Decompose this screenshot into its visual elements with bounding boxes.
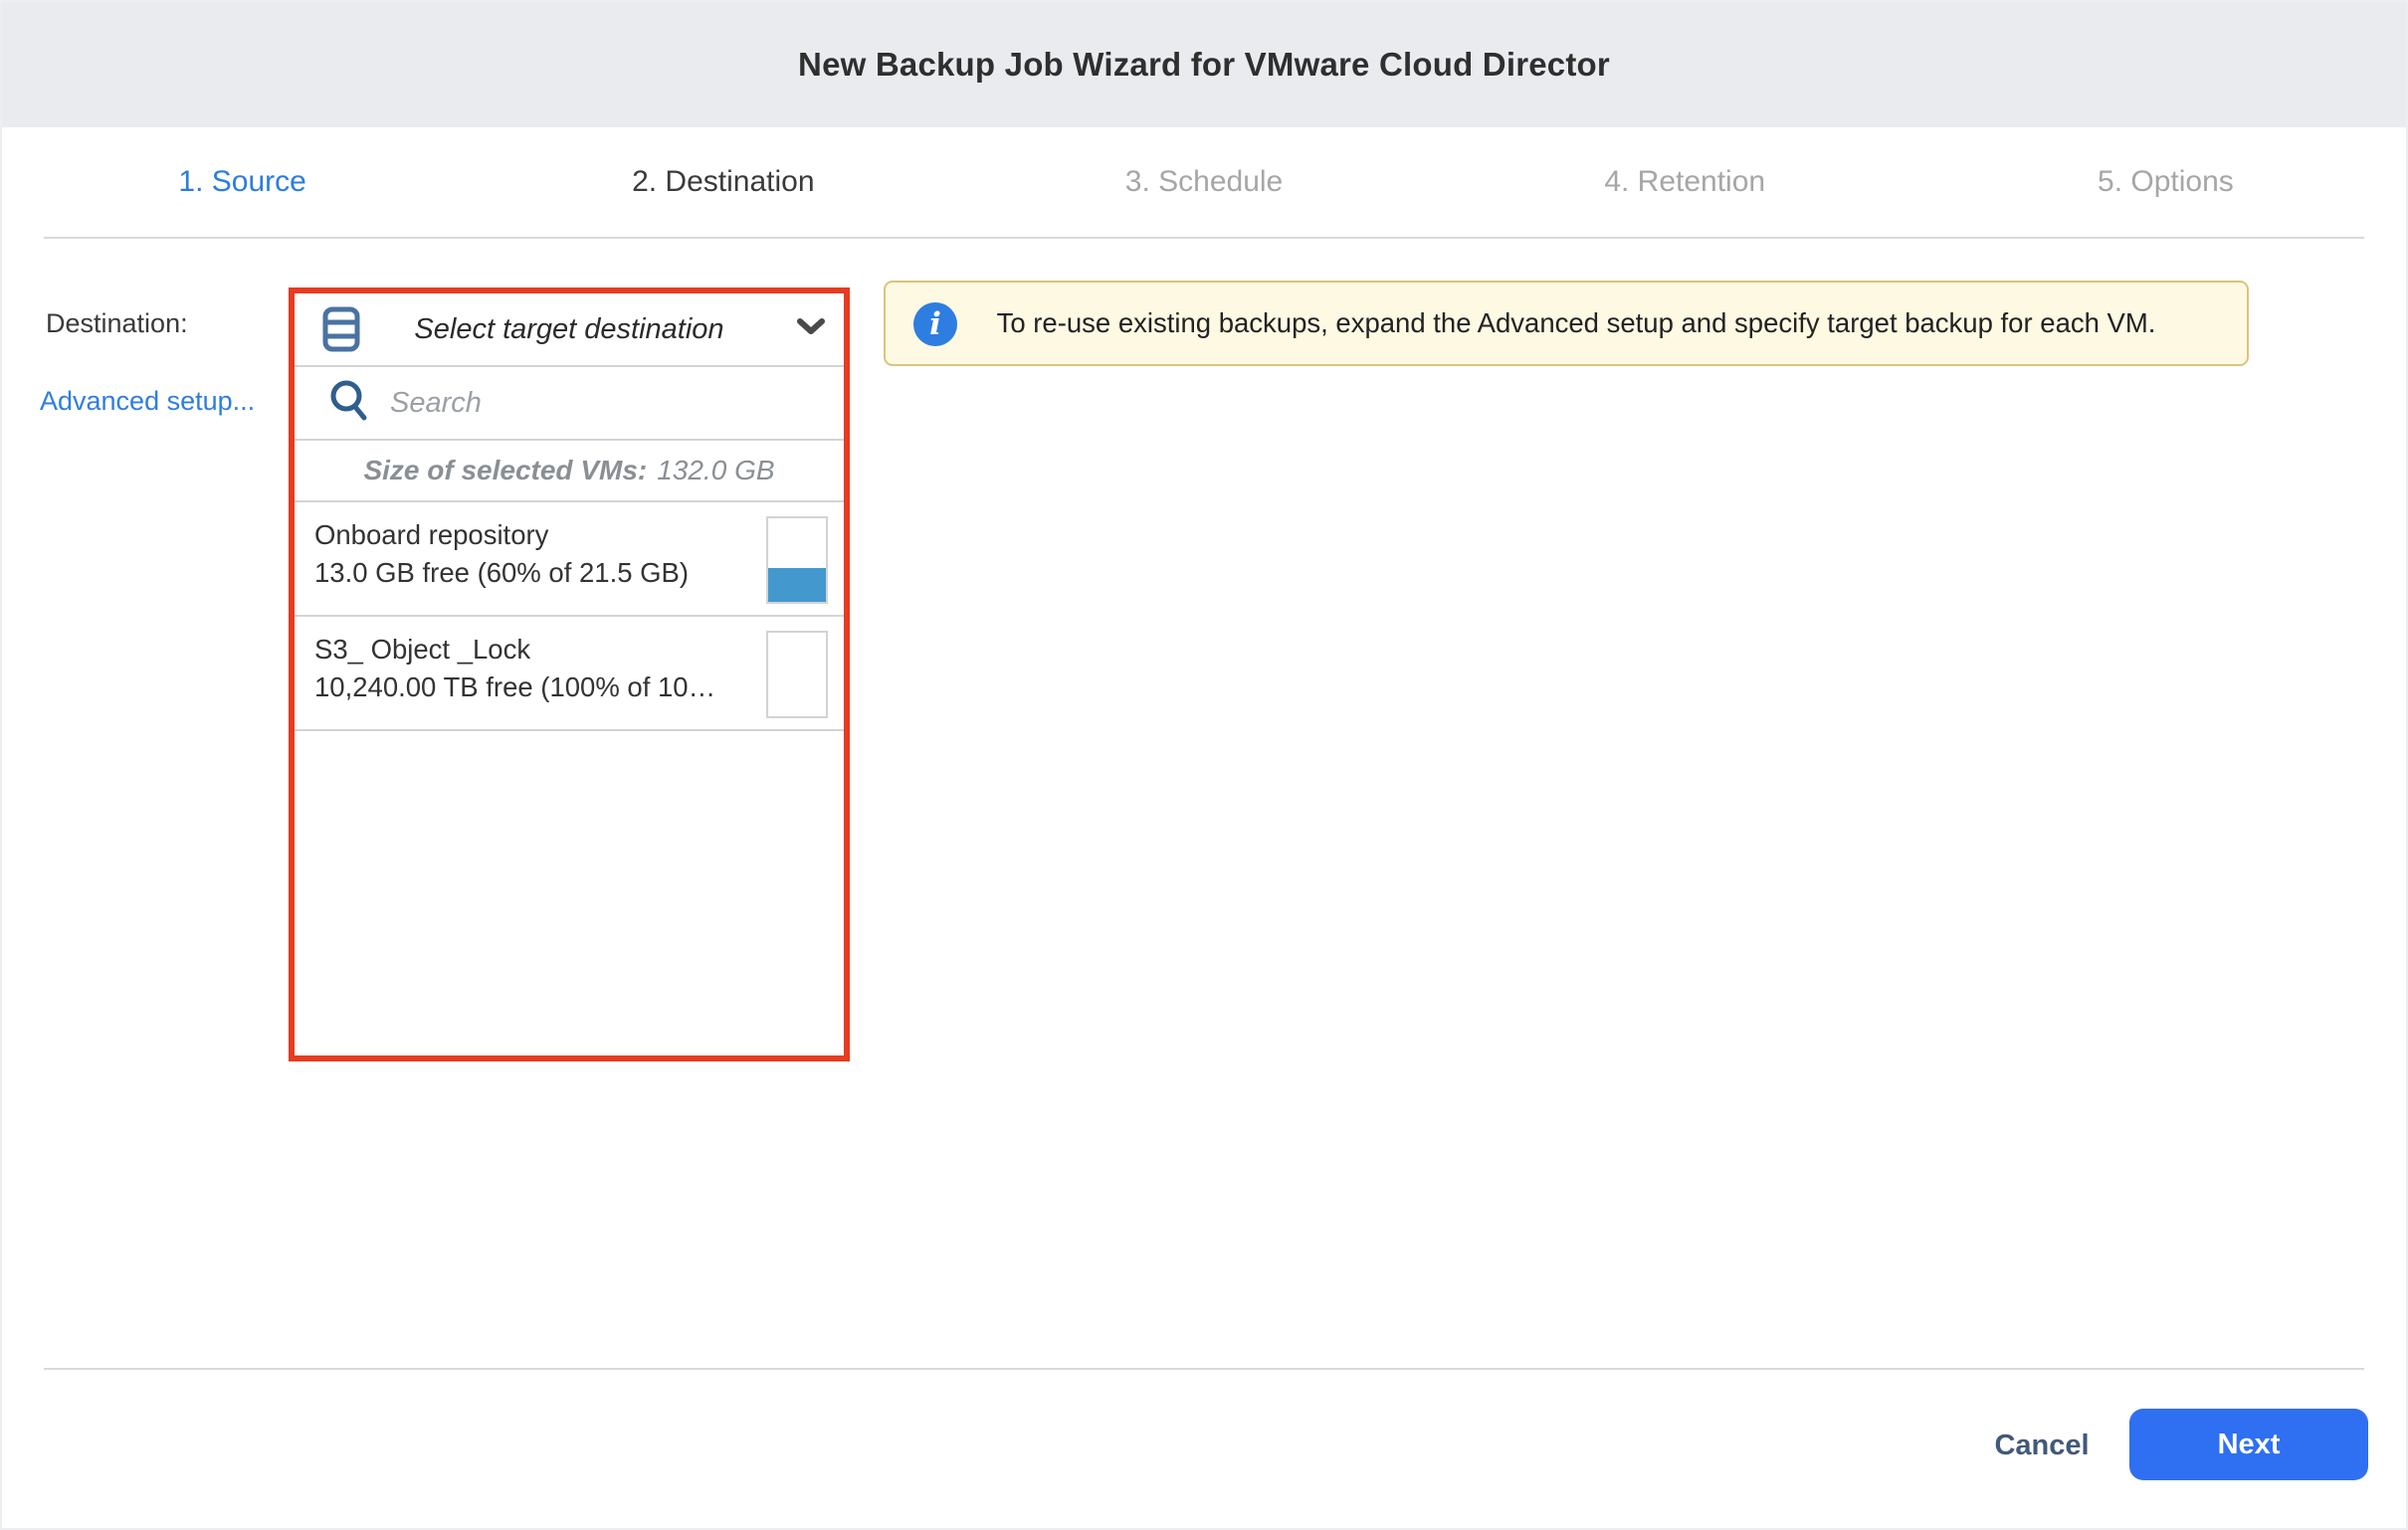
wizard-header: New Backup Job Wizard for VMware Cloud D…: [2, 2, 2406, 127]
search-input[interactable]: [388, 386, 834, 421]
footer-divider: [44, 1368, 2364, 1370]
tab-retention[interactable]: 4. Retention: [1445, 165, 1925, 199]
chevron-down-icon: [796, 317, 826, 342]
backup-job-wizard-dialog: New Backup Job Wizard for VMware Cloud D…: [0, 0, 2408, 1530]
page-title: New Backup Job Wizard for VMware Cloud D…: [798, 46, 1610, 84]
destination-picker-panel: Select target destination Size of select…: [289, 287, 850, 1061]
next-button[interactable]: Next: [2129, 1409, 2368, 1480]
tab-options[interactable]: 5. Options: [1925, 165, 2406, 199]
repository-text: S3_ Object _Lock 10,240.00 TB free (100%…: [314, 631, 744, 706]
repository-name: S3_ Object _Lock: [314, 631, 744, 669]
repository-search: [295, 367, 844, 441]
selected-vms-size-value: 132.0 GB: [657, 455, 774, 486]
info-icon: i: [913, 302, 957, 346]
repository-free-space: 10,240.00 TB free (100% of 10…: [314, 669, 744, 706]
capacity-gauge-fill: [768, 568, 826, 602]
dropdown-selected-value: Select target destination: [414, 313, 723, 346]
repository-text: Onboard repository 13.0 GB free (60% of …: [314, 516, 744, 592]
selected-vms-size-label: Size of selected VMs:: [363, 455, 647, 486]
database-icon: [322, 306, 360, 357]
repository-name: Onboard repository: [314, 516, 744, 554]
steps-divider: [44, 237, 2364, 239]
destination-label: Destination:: [46, 308, 188, 339]
info-banner-text: To re-use existing backups, expand the A…: [888, 307, 2246, 339]
repository-option-s3-object-lock[interactable]: S3_ Object _Lock 10,240.00 TB free (100%…: [295, 617, 844, 731]
wizard-steps: 1. Source 2. Destination 3. Schedule 4. …: [2, 127, 2406, 237]
advanced-setup-link[interactable]: Advanced setup...: [40, 386, 255, 417]
capacity-gauge: [766, 516, 828, 604]
tab-schedule[interactable]: 3. Schedule: [963, 165, 1444, 199]
tab-source[interactable]: 1. Source: [2, 165, 483, 199]
info-banner: i To re-use existing backups, expand the…: [884, 281, 2249, 366]
capacity-gauge: [766, 631, 828, 718]
repository-option-onboard[interactable]: Onboard repository 13.0 GB free (60% of …: [295, 502, 844, 617]
selected-vms-size-row: Size of selected VMs: 132.0 GB: [295, 441, 844, 502]
target-destination-dropdown[interactable]: Select target destination: [295, 293, 844, 367]
tab-destination[interactable]: 2. Destination: [483, 165, 963, 199]
search-icon: [328, 379, 370, 428]
repository-free-space: 13.0 GB free (60% of 21.5 GB): [314, 554, 744, 592]
cancel-button[interactable]: Cancel: [1957, 1421, 2126, 1470]
